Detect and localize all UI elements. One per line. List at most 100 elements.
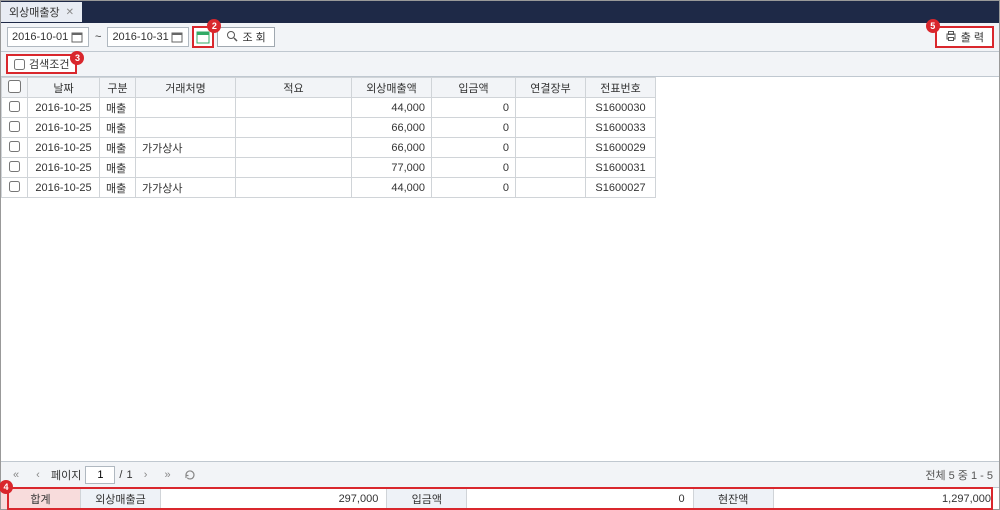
summary-bar: 4 합계 외상매출금 297,000 입금액 0 현잔액 1,297,000 bbox=[1, 487, 999, 509]
query-button[interactable]: 조 회 bbox=[217, 27, 274, 47]
date-from-value: 2016-10-01 bbox=[12, 31, 70, 43]
cell-link bbox=[516, 118, 586, 138]
tab-active[interactable]: 외상매출장 ✕ bbox=[1, 2, 82, 22]
printer-icon bbox=[945, 30, 957, 45]
col-amount[interactable]: 외상매출액 bbox=[352, 78, 432, 98]
row-checkbox[interactable] bbox=[9, 101, 20, 112]
table-header-row: 날짜 구분 거래처명 적요 외상매출액 입금액 연결장부 전표번호 bbox=[2, 78, 656, 98]
next-page-button[interactable]: › bbox=[137, 466, 155, 484]
summary-balance-label: 현잔액 bbox=[694, 488, 774, 509]
search-condition-checkbox[interactable] bbox=[14, 59, 25, 70]
cell-voucher: S1600031 bbox=[586, 158, 656, 178]
page-total: 1 bbox=[126, 469, 132, 481]
select-all-checkbox[interactable] bbox=[8, 80, 21, 93]
table-row[interactable]: 2016-10-25매출가가상사 66,0000 S1600029 bbox=[2, 138, 656, 158]
col-type[interactable]: 구분 bbox=[100, 78, 136, 98]
cell-type: 매출 bbox=[100, 118, 136, 138]
cell-client bbox=[136, 118, 236, 138]
cell-client bbox=[136, 158, 236, 178]
page-info: 전체 5 중 1 - 5 bbox=[925, 467, 993, 483]
cell-amount: 44,000 bbox=[352, 178, 432, 198]
calendar-picker-button[interactable]: 2 bbox=[193, 27, 213, 47]
table-row[interactable]: 2016-10-25매출77,0000S1600031 bbox=[2, 158, 656, 178]
cell-deposit: 0 bbox=[432, 118, 516, 138]
col-deposit[interactable]: 입금액 bbox=[432, 78, 516, 98]
cell-link bbox=[516, 138, 586, 158]
cell-summary bbox=[236, 158, 352, 178]
calendar-icon[interactable] bbox=[170, 30, 184, 44]
search-condition-label: 검색조건 bbox=[29, 56, 69, 72]
row-checkbox[interactable] bbox=[9, 161, 20, 172]
cell-client: 가가상사 bbox=[136, 178, 236, 198]
table-row[interactable]: 2016-10-25매출44,0000S1600030 bbox=[2, 98, 656, 118]
table-row[interactable]: 2016-10-25매출 66,0000 S1600033 bbox=[2, 118, 656, 138]
cell-voucher: S1600033 bbox=[586, 118, 656, 138]
ledger-table: 날짜 구분 거래처명 적요 외상매출액 입금액 연결장부 전표번호 2016-1… bbox=[1, 77, 656, 198]
cell-summary bbox=[236, 138, 352, 158]
col-voucher[interactable]: 전표번호 bbox=[586, 78, 656, 98]
cell-deposit: 0 bbox=[432, 98, 516, 118]
cell-voucher: S1600027 bbox=[586, 178, 656, 198]
page-sep: / bbox=[119, 469, 122, 481]
cell-voucher: S1600030 bbox=[586, 98, 656, 118]
cell-type: 매출 bbox=[100, 158, 136, 178]
cell-amount: 66,000 bbox=[352, 138, 432, 158]
row-checkbox[interactable] bbox=[9, 121, 20, 132]
cell-summary bbox=[236, 98, 352, 118]
cell-type: 매출 bbox=[100, 98, 136, 118]
page-label: 페이지 bbox=[51, 467, 81, 483]
table-row[interactable]: 2016-10-25매출가가상사 44,0000 S1600027 bbox=[2, 178, 656, 198]
summary-deposit-label: 입금액 bbox=[387, 488, 467, 509]
page-input[interactable] bbox=[85, 466, 115, 484]
prev-page-button[interactable]: ‹ bbox=[29, 466, 47, 484]
cell-date: 2016-10-25 bbox=[28, 178, 100, 198]
date-to-input[interactable]: 2016-10-31 bbox=[107, 27, 189, 47]
cell-client bbox=[136, 98, 236, 118]
cell-amount: 77,000 bbox=[352, 158, 432, 178]
cell-voucher: S1600029 bbox=[586, 138, 656, 158]
search-condition-toggle[interactable]: 검색조건 3 bbox=[7, 55, 76, 73]
date-to-value: 2016-10-31 bbox=[112, 31, 170, 43]
summary-amount-label: 외상매출금 bbox=[81, 488, 161, 509]
cell-deposit: 0 bbox=[432, 178, 516, 198]
callout-badge-3: 3 bbox=[70, 51, 84, 65]
col-client[interactable]: 거래처명 bbox=[136, 78, 236, 98]
last-page-button[interactable]: » bbox=[159, 466, 177, 484]
search-icon bbox=[226, 30, 238, 45]
cell-summary bbox=[236, 118, 352, 138]
summary-balance-value: 1,297,000 bbox=[774, 488, 999, 509]
close-icon[interactable]: ✕ bbox=[66, 7, 74, 18]
row-checkbox[interactable] bbox=[9, 141, 20, 152]
table-container: 날짜 구분 거래처명 적요 외상매출액 입금액 연결장부 전표번호 2016-1… bbox=[1, 77, 999, 461]
cell-type: 매출 bbox=[100, 178, 136, 198]
refresh-button[interactable] bbox=[181, 466, 199, 484]
summary-deposit-value: 0 bbox=[467, 488, 693, 509]
cell-type: 매출 bbox=[100, 138, 136, 158]
cell-date: 2016-10-25 bbox=[28, 158, 100, 178]
cell-deposit: 0 bbox=[432, 138, 516, 158]
col-summary[interactable]: 적요 bbox=[236, 78, 352, 98]
row-checkbox[interactable] bbox=[9, 181, 20, 192]
cell-date: 2016-10-25 bbox=[28, 118, 100, 138]
cell-amount: 66,000 bbox=[352, 118, 432, 138]
print-button[interactable]: 출 력 5 bbox=[936, 27, 993, 47]
cell-link bbox=[516, 98, 586, 118]
date-range-separator: ~ bbox=[93, 31, 103, 43]
summary-total-label: 합계 bbox=[1, 488, 81, 509]
date-from-input[interactable]: 2016-10-01 bbox=[7, 27, 89, 47]
cell-link bbox=[516, 178, 586, 198]
filter-bar: 검색조건 3 bbox=[1, 52, 999, 77]
tab-bar: 외상매출장 ✕ bbox=[1, 1, 999, 23]
calendar-icon[interactable] bbox=[70, 30, 84, 44]
summary-amount-value: 297,000 bbox=[161, 488, 387, 509]
callout-badge-5: 5 bbox=[926, 19, 940, 33]
print-label: 출 력 bbox=[961, 29, 984, 45]
col-link[interactable]: 연결장부 bbox=[516, 78, 586, 98]
cell-date: 2016-10-25 bbox=[28, 138, 100, 158]
cell-amount: 44,000 bbox=[352, 98, 432, 118]
col-date[interactable]: 날짜 bbox=[28, 78, 100, 98]
cell-client: 가가상사 bbox=[136, 138, 236, 158]
pagination-bar: « ‹ 페이지 / 1 › » 전체 5 중 1 - 5 bbox=[1, 461, 999, 487]
tab-title: 외상매출장 bbox=[9, 4, 60, 20]
query-label: 조 회 bbox=[242, 29, 265, 45]
